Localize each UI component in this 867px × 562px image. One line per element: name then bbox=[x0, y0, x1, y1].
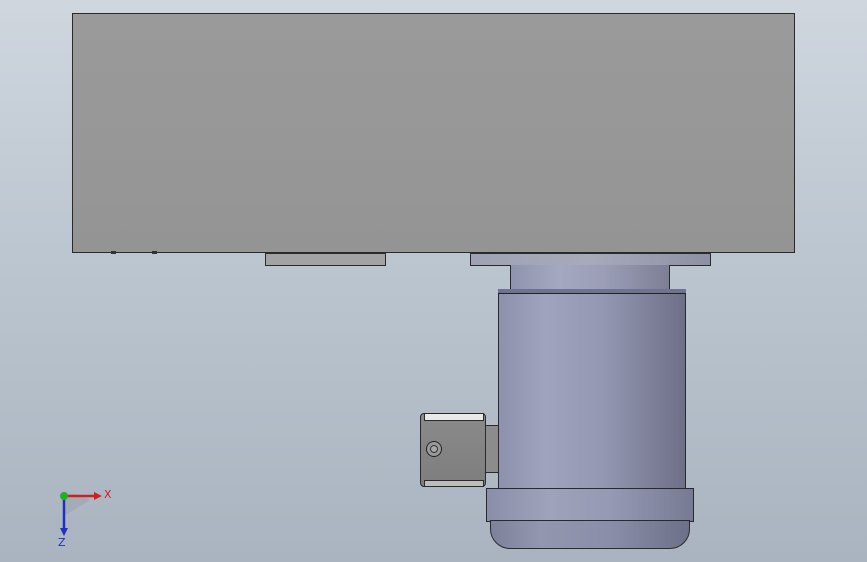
x-axis-arrow-icon bbox=[94, 492, 102, 500]
gearbox-housing[interactable] bbox=[72, 13, 795, 253]
motor-endcap[interactable] bbox=[486, 488, 694, 522]
motor-body-ring bbox=[498, 289, 686, 294]
terminal-box-base bbox=[424, 480, 484, 487]
motor-neck[interactable] bbox=[510, 265, 670, 290]
y-axis-dot-icon bbox=[60, 492, 68, 500]
housing-fastener bbox=[111, 251, 116, 254]
terminal-box-mount[interactable] bbox=[484, 425, 499, 473]
graphics-viewport[interactable]: X Z bbox=[0, 0, 867, 562]
terminal-box-lid bbox=[424, 413, 484, 421]
housing-fastener bbox=[152, 251, 157, 254]
motor-body[interactable] bbox=[498, 289, 686, 489]
z-axis-label: Z bbox=[58, 536, 66, 548]
coordinate-triad: X Z bbox=[58, 488, 112, 548]
cable-gland-hole bbox=[430, 445, 438, 453]
z-axis-arrow-icon bbox=[60, 528, 68, 536]
motor-fan-cover[interactable] bbox=[490, 520, 690, 549]
mounting-plate[interactable] bbox=[265, 253, 386, 266]
triad-shading bbox=[64, 494, 90, 516]
x-axis-label: X bbox=[104, 488, 112, 501]
